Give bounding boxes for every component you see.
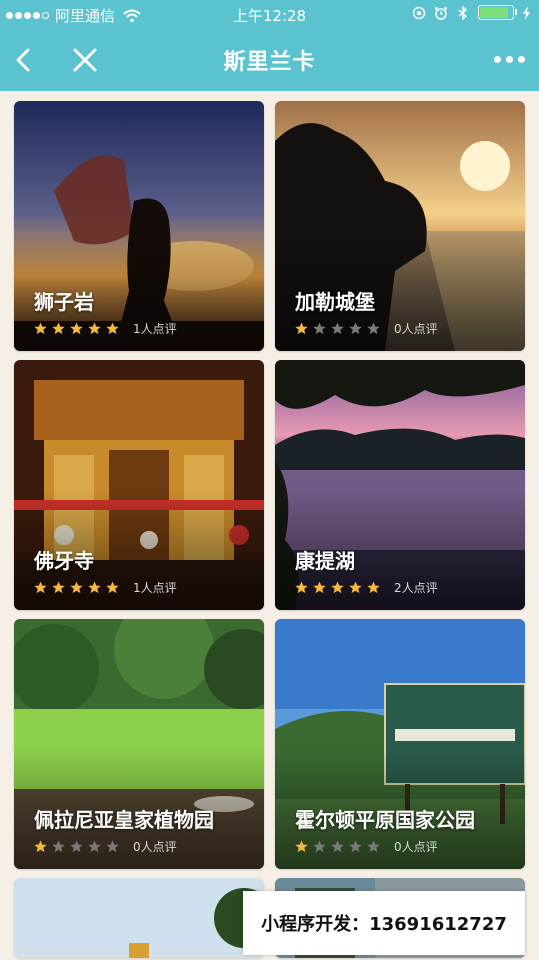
charging-icon xyxy=(523,5,530,20)
star-icon xyxy=(70,840,83,853)
place-card[interactable]: 康提湖 2人点评 xyxy=(275,360,525,610)
star-icon xyxy=(34,840,47,853)
star-icon xyxy=(88,840,101,853)
more-icon[interactable] xyxy=(494,56,525,63)
review-count: 0人点评 xyxy=(394,840,438,854)
star-icon xyxy=(331,581,344,594)
place-name: 加勒城堡 xyxy=(295,290,375,314)
place-card[interactable]: 狮子岩 1人点评 xyxy=(14,101,264,351)
star-rating xyxy=(34,840,119,853)
star-icon xyxy=(295,322,308,335)
place-card[interactable]: 佛牙寺 1人点评 xyxy=(14,360,264,610)
star-icon xyxy=(70,581,83,594)
star-icon xyxy=(367,581,380,594)
star-icon xyxy=(367,840,380,853)
star-icon xyxy=(295,840,308,853)
star-icon xyxy=(349,581,362,594)
promo-banner: 小程序开发：13691612727 xyxy=(243,891,525,955)
rating-row: 1人点评 xyxy=(34,320,177,337)
place-card[interactable] xyxy=(14,878,264,958)
rating-row: 0人点评 xyxy=(295,838,438,855)
place-card[interactable]: 加勒城堡 0人点评 xyxy=(275,101,525,351)
promo-text: 小程序开发：13691612727 xyxy=(261,914,507,935)
bluetooth-icon xyxy=(458,5,468,20)
star-icon xyxy=(367,322,380,335)
place-card[interactable]: 佩拉尼亚皇家植物园 0人点评 xyxy=(14,619,264,869)
place-name: 佛牙寺 xyxy=(34,549,94,573)
star-icon xyxy=(70,322,83,335)
star-icon xyxy=(349,322,362,335)
star-icon xyxy=(34,581,47,594)
place-grid: 狮子岩 1人点评 加勒城堡 0人点评 佛牙寺 1人点评 康提湖 2人点评 佩拉尼亚皇家植… xyxy=(14,101,525,958)
review-count: 1人点评 xyxy=(133,581,177,595)
star-rating xyxy=(34,322,119,335)
rating-row: 0人点评 xyxy=(295,320,438,337)
rotation-lock-icon xyxy=(412,6,426,19)
page-title: 斯里兰卡 xyxy=(223,50,316,75)
star-icon xyxy=(313,840,326,853)
place-name: 佩拉尼亚皇家植物园 xyxy=(34,808,214,832)
star-icon xyxy=(349,840,362,853)
nav-bar: 斯里兰卡 xyxy=(0,30,539,91)
star-icon xyxy=(295,581,308,594)
star-icon xyxy=(313,581,326,594)
place-name: 康提湖 xyxy=(295,549,355,573)
rating-row: 1人点评 xyxy=(34,579,177,596)
star-icon xyxy=(106,322,119,335)
review-count: 1人点评 xyxy=(133,322,177,336)
place-name: 霍尔顿平原国家公园 xyxy=(295,808,475,832)
star-icon xyxy=(34,322,47,335)
status-right xyxy=(412,5,531,20)
star-icon xyxy=(88,581,101,594)
star-icon xyxy=(52,840,65,853)
review-count: 0人点评 xyxy=(394,322,438,336)
star-icon xyxy=(106,581,119,594)
star-rating xyxy=(295,840,380,853)
place-card[interactable]: 霍尔顿平原国家公园 0人点评 xyxy=(275,619,525,869)
place-photo xyxy=(14,878,264,958)
rating-row: 0人点评 xyxy=(34,838,177,855)
star-rating xyxy=(295,581,380,594)
place-name: 狮子岩 xyxy=(34,290,94,314)
star-icon xyxy=(52,581,65,594)
alarm-icon xyxy=(435,6,447,20)
star-rating xyxy=(295,322,380,335)
star-icon xyxy=(52,322,65,335)
star-icon xyxy=(88,322,101,335)
star-rating xyxy=(34,581,119,594)
star-icon xyxy=(331,840,344,853)
star-icon xyxy=(313,322,326,335)
star-icon xyxy=(331,322,344,335)
rating-row: 2人点评 xyxy=(295,579,438,596)
star-icon xyxy=(106,840,119,853)
review-count: 2人点评 xyxy=(394,581,438,595)
battery-icon xyxy=(478,5,517,20)
status-bar: 阿里通信 上午12:28 xyxy=(0,0,539,30)
review-count: 0人点评 xyxy=(133,840,177,854)
